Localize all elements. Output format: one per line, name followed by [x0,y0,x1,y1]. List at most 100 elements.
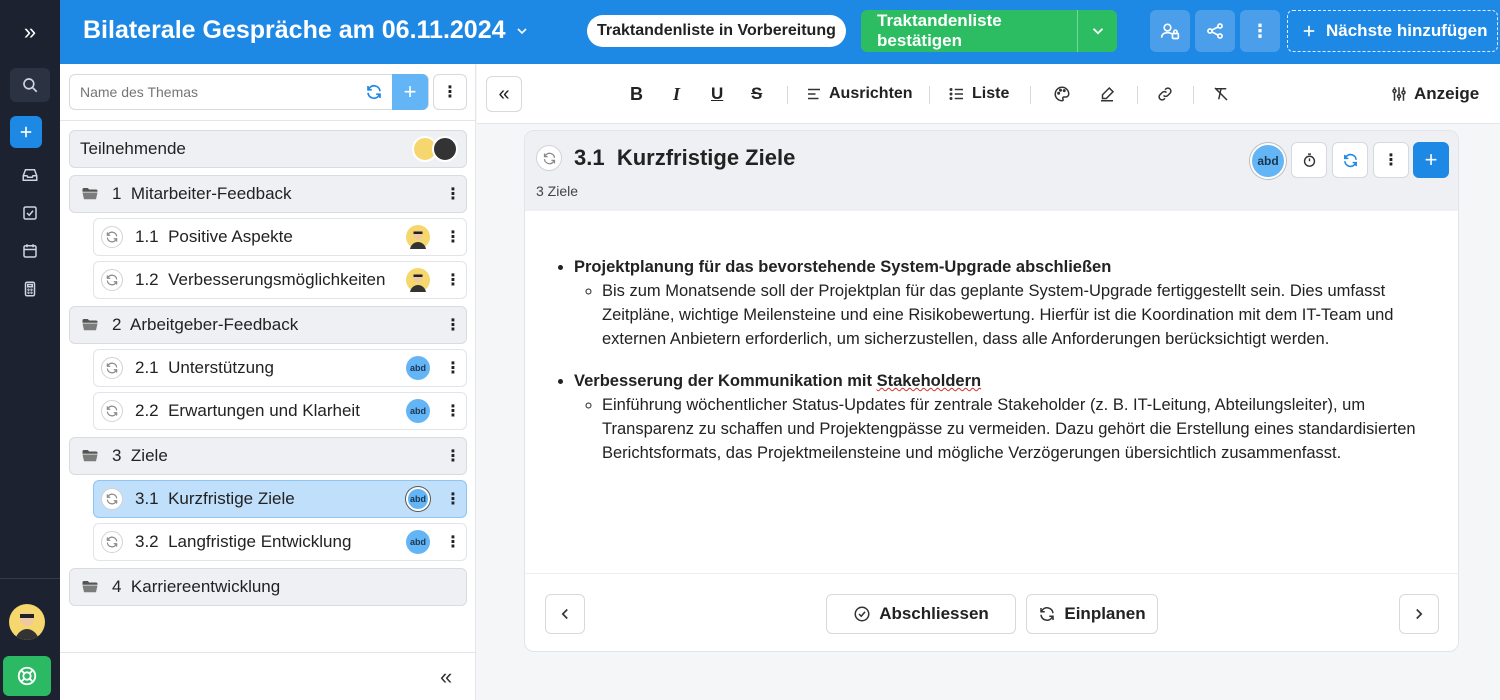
section-label: 1 Mitarbeiter-Feedback [112,184,292,203]
calculator-icon[interactable] [10,272,50,306]
chevron-right-icon[interactable] [1399,594,1439,634]
chevron-down-icon [516,27,527,34]
expand-rail-icon[interactable]: » [0,0,60,64]
agenda-item[interactable]: 1.2 Verbesserungsmöglichkeiten ⋮ [93,261,467,299]
refresh-icon [1040,607,1055,621]
topic-content[interactable]: Projektplanung für das bevorstehende Sys… [557,255,1437,483]
more-vertical-icon[interactable]: ⋮ [440,315,466,335]
refresh-icon[interactable] [1332,142,1368,178]
timer-icon[interactable] [1291,142,1327,178]
editor-toolbar: « B I U S Ausrichten Liste Anzeige [477,64,1500,124]
complete-button[interactable]: Abschliessen [826,594,1016,634]
agenda-item[interactable]: 3.2 Langfristige Entwicklung abd ⋮ [93,523,467,561]
view-label: Anzeige [1414,84,1480,103]
participants-label: Teilnehmende [80,139,186,158]
participants-row[interactable]: Teilnehmende [69,130,467,168]
item-label: 1.1 Positive Aspekte [135,227,293,246]
italic-icon[interactable]: I [673,82,680,106]
agenda-section[interactable]: 2 Arbeitgeber-Feedback ⋮ [69,306,467,344]
more-vertical-icon[interactable]: ⋮ [1240,10,1280,52]
inbox-icon[interactable] [10,158,50,192]
more-vertical-icon[interactable]: ⋮ [440,446,466,466]
list-button[interactable]: Liste [948,82,1009,106]
agenda-section[interactable]: 4 Karriereentwicklung [69,568,467,606]
complete-label: Abschliessen [879,604,989,623]
agenda-item[interactable]: 1.1 Positive Aspekte ⋮ [93,218,467,256]
more-vertical-icon[interactable]: ⋮ [440,227,466,247]
topic-subtitle: 3 Ziele [536,183,579,199]
lifebuoy-icon[interactable] [3,656,51,696]
list-icon [949,88,963,100]
more-vertical-icon[interactable]: ⋮ [433,74,467,110]
highlighter-icon[interactable] [1098,82,1116,106]
share-icon[interactable] [1195,10,1235,52]
link-icon[interactable] [1156,82,1174,106]
view-button[interactable]: Anzeige [1390,82,1479,106]
collapse-panel-icon[interactable]: « [486,76,522,112]
palette-icon[interactable] [1053,82,1071,106]
align-button[interactable]: Ausrichten [805,82,913,106]
more-vertical-icon[interactable]: ⋮ [440,270,466,290]
user-avatar[interactable] [9,604,45,640]
goal-heading: Projektplanung für das bevorstehende Sys… [574,258,1112,276]
avatar: abd [406,399,430,423]
refresh-icon[interactable] [536,145,562,171]
add-next-button[interactable]: Nächste hinzufügen [1287,10,1498,52]
participant-avatars [412,136,458,162]
avatar: abd [406,356,430,380]
item-label: 2.2 Erwartungen und Klarheit [135,401,360,420]
agenda-item[interactable]: 2.1 Unterstützung abd ⋮ [93,349,467,387]
agenda-item[interactable]: 2.2 Erwartungen und Klarheit abd ⋮ [93,392,467,430]
bold-icon[interactable]: B [630,82,643,106]
confirm-agenda-button[interactable]: Traktandenliste bestätigen [861,10,1117,52]
folder-icon [80,185,100,203]
add-button[interactable]: + [1413,142,1449,178]
topic-search-input[interactable] [70,75,356,109]
underline-icon[interactable]: U [711,82,723,106]
divider [787,86,788,104]
agenda-section[interactable]: 1 Mitarbeiter-Feedback ⋮ [69,175,467,213]
divider [60,652,476,653]
refresh-icon[interactable] [356,83,392,101]
agenda-item-active[interactable]: 3.1 Kurzfristige Ziele abd ⋮ [93,480,467,518]
more-vertical-icon[interactable]: ⋮ [440,401,466,421]
refresh-icon[interactable] [101,269,123,291]
divider [525,573,1458,574]
avatar[interactable]: abd [1250,143,1286,179]
check-circle-icon [854,606,870,622]
chevron-left-icon[interactable] [545,594,585,634]
topic-search: + [69,74,429,110]
checkbox-icon[interactable] [10,196,50,230]
meeting-header: Bilaterale Gespräche am 06.11.2024 Trakt… [60,0,1500,64]
topic-card: 3.1 Kurzfristige Ziele 3 Ziele abd ⋮ + P… [524,130,1459,652]
agenda-section[interactable]: 3 Ziele ⋮ [69,437,467,475]
calendar-icon[interactable] [10,234,50,268]
add-topic-button[interactable]: + [392,74,428,110]
item-label: 3.1 Kurzfristige Ziele [135,489,295,508]
refresh-icon[interactable] [101,400,123,422]
meeting-title[interactable]: Bilaterale Gespräche am 06.11.2024 [83,16,530,45]
align-label: Ausrichten [829,85,913,102]
refresh-icon[interactable] [101,357,123,379]
user-lock-icon[interactable] [1150,10,1190,52]
rail-divider [0,578,60,579]
strikethrough-icon[interactable]: S [751,82,762,106]
avatar [432,136,458,162]
clear-format-icon[interactable] [1212,82,1230,106]
refresh-icon[interactable] [101,531,123,553]
more-vertical-icon[interactable]: ⋮ [440,358,466,378]
more-vertical-icon[interactable]: ⋮ [440,184,466,204]
meeting-title-text: Bilaterale Gespräche am 06.11.2024 [83,16,506,44]
refresh-icon[interactable] [101,488,123,510]
item-label: 2.1 Unterstützung [135,358,274,377]
schedule-button[interactable]: Einplanen [1026,594,1158,634]
chevron-down-icon[interactable] [1077,10,1117,52]
more-vertical-icon[interactable]: ⋮ [440,532,466,552]
collapse-sidebar-icon[interactable]: « [440,664,452,690]
sliders-icon [1392,87,1406,101]
more-vertical-icon[interactable]: ⋮ [440,489,466,509]
search-icon[interactable] [10,68,50,102]
more-vertical-icon[interactable]: ⋮ [1373,142,1409,178]
refresh-icon[interactable] [101,226,123,248]
add-icon[interactable] [10,116,42,148]
